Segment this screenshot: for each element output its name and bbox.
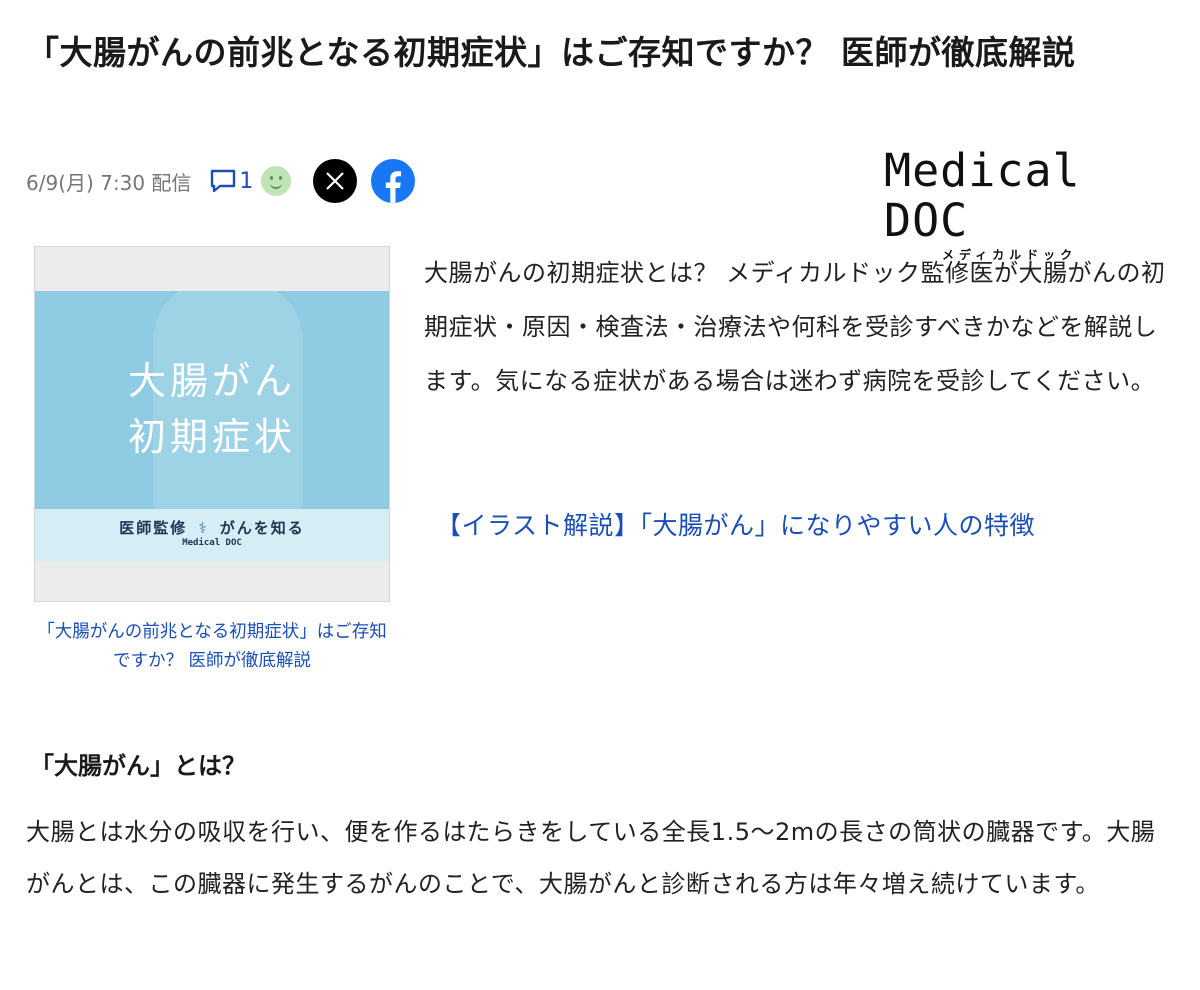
- comment-icon: [211, 169, 236, 193]
- thumbnail-line1: 大腸がん: [127, 359, 296, 403]
- section-body: 大腸とは水分の吸収を行い、便を作るはたらきをしている全長1.5〜2mの長さの筒状…: [26, 818, 1156, 898]
- thumbnail-caption[interactable]: 「大腸がんの前兆となる初期症状」はご存知ですか？ 医師が徹底解説: [34, 618, 390, 676]
- facebook-icon: [386, 171, 402, 203]
- comments-link[interactable]: 1: [209, 168, 253, 194]
- thumbnail-band: 医師監修 ⚕ がんを知る Medical DOC: [35, 509, 389, 561]
- article-meta: 6/9(月) 7:30 配信 1: [26, 158, 416, 204]
- stethoscope-icon: ⚕: [198, 519, 209, 537]
- section-heading: 「大腸がん」とは？: [30, 752, 246, 780]
- article-thumbnail[interactable]: 大腸がん 初期症状 医師監修 ⚕ がんを知る Medical DOC: [34, 246, 390, 602]
- logo-wordmark: Medical DOC: [884, 144, 1081, 247]
- article-title: 「大腸がんの前兆となる初期症状」はご存知ですか？ 医師が徹底解説: [26, 33, 1076, 72]
- thumbnail-line2: 初期症状: [127, 415, 296, 459]
- x-icon: [326, 172, 345, 190]
- article-lead: 大腸がんの初期症状とは？ メディカルドック監修医が大腸がんの初期症状・原因・検査…: [424, 259, 1166, 395]
- band-left-text: 医師監修: [119, 519, 188, 537]
- band-right-text: がんを知る: [219, 519, 305, 537]
- comment-count: 1: [239, 168, 254, 194]
- thumbnail-headline: 大腸がん 初期症状: [35, 353, 389, 465]
- share-facebook-button[interactable]: [371, 159, 416, 203]
- thumbnail-image: 大腸がん 初期症状 医師監修 ⚕ がんを知る Medical DOC: [35, 291, 389, 561]
- smiley-reaction-icon[interactable]: [261, 166, 292, 196]
- medical-doc-logo[interactable]: Medical DOC メディカルドック: [884, 146, 1158, 263]
- band-brand: Medical DOC: [182, 538, 242, 548]
- publish-date: 6/9(月) 7:30 配信: [26, 170, 192, 195]
- related-article-link[interactable]: 【イラスト解説】「大腸がん」になりやすい人の特徴: [436, 506, 1035, 542]
- share-x-button[interactable]: [313, 159, 358, 203]
